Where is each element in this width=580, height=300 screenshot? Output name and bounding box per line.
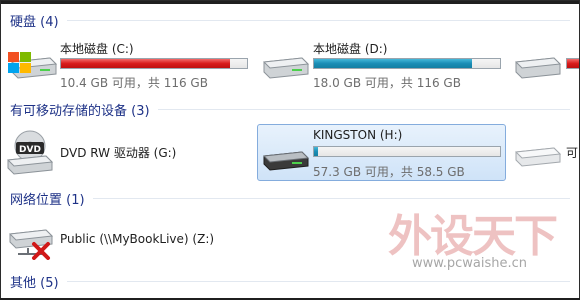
window-frame: [0, 0, 580, 300]
